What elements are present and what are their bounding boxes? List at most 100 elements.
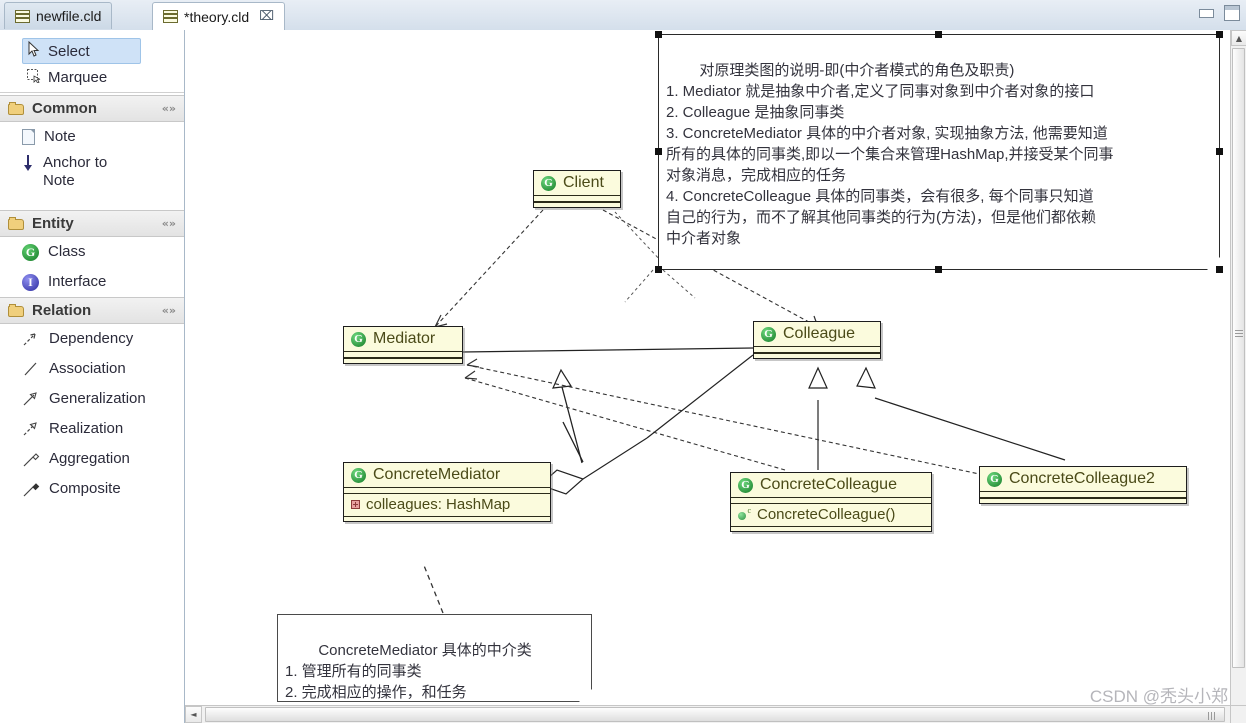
vertical-scrollbar[interactable]: ▲ (1230, 30, 1246, 705)
palette-item-label: Anchor to Note (43, 154, 108, 189)
palette-item-label: Class (48, 243, 86, 261)
selection-handle[interactable] (655, 148, 662, 155)
palette-tool-label: Marquee (48, 68, 108, 86)
class-divider (754, 353, 880, 358)
realization-arrow-icon (22, 420, 40, 438)
composite-diamond-icon (22, 480, 40, 498)
generalization-arrow-icon (22, 390, 40, 408)
palette-item-label: Generalization (49, 390, 146, 408)
palette-item-interface[interactable]: I Interface (0, 267, 184, 297)
class-box-concrete-colleague2[interactable]: G ConcreteColleague2 (979, 466, 1187, 504)
class-icon: G (22, 243, 39, 261)
palette-item-anchor-to-note[interactable]: Anchor to Note (0, 152, 184, 210)
class-box-concrete-mediator[interactable]: G ConcreteMediator colleagues: HashMap (343, 462, 551, 522)
class-diagram-file-icon (15, 9, 30, 23)
class-divider (534, 202, 620, 207)
class-divider (344, 358, 462, 363)
anchor-arrow-icon (22, 154, 34, 172)
palette-item-dependency[interactable]: Dependency (0, 324, 184, 354)
horizontal-scrollbar[interactable]: ◄ (185, 705, 1230, 723)
minimize-icon[interactable] (1199, 8, 1214, 18)
note-top[interactable]: 对原理类图的说明-即(中介者模式的角色及职责) 1. Mediator 就是抽象… (658, 34, 1220, 270)
close-icon[interactable]: ⌧ (259, 9, 274, 24)
folder-icon (8, 217, 25, 230)
vertical-scroll-thumb[interactable] (1232, 48, 1245, 668)
horizontal-scroll-thumb[interactable] (205, 707, 1225, 722)
scroll-up-icon[interactable]: ▲ (1231, 30, 1246, 46)
palette-item-composite[interactable]: Composite (0, 474, 184, 504)
palette-item-association[interactable]: Association (0, 354, 184, 384)
selection-handle[interactable] (655, 266, 662, 273)
palette-item-label: Aggregation (49, 450, 130, 468)
collapse-icon[interactable]: «» (162, 102, 176, 115)
palette-divider (0, 92, 184, 93)
class-member-row: ConcreteColleague() (731, 504, 931, 526)
class-icon: G (761, 326, 776, 342)
palette-item-label: Interface (48, 273, 107, 291)
aggregation-diamond-icon (22, 450, 40, 468)
note-fold-corner-icon (579, 689, 592, 702)
palette-item-aggregation[interactable]: Aggregation (0, 444, 184, 474)
palette-group-label: Relation (32, 302, 92, 319)
class-box-client[interactable]: G Client (533, 170, 621, 208)
class-header: G Client (534, 171, 620, 195)
palette-item-note[interactable]: Note (0, 122, 184, 152)
marquee-icon (26, 68, 41, 87)
class-divider (754, 346, 880, 353)
selection-handle[interactable] (935, 266, 942, 273)
palette-item-realization[interactable]: Realization (0, 414, 184, 444)
palette-group-entity[interactable]: Entity «» (0, 210, 184, 237)
palette-group-label: Entity (32, 215, 74, 232)
palette-item-class[interactable]: G Class (0, 237, 184, 267)
palette-item-label: Note (44, 128, 76, 146)
class-divider (731, 497, 931, 504)
class-box-concrete-colleague[interactable]: G ConcreteColleague ConcreteColleague() (730, 472, 932, 532)
selection-handle[interactable] (1216, 31, 1223, 38)
folder-icon (8, 304, 25, 317)
palette-item-label: Dependency (49, 330, 134, 348)
tab-newfile[interactable]: newfile.cld (4, 2, 113, 29)
class-member-label: ConcreteColleague() (757, 506, 896, 523)
class-name: Client (563, 174, 604, 191)
palette-group-common[interactable]: Common «» (0, 95, 184, 122)
selection-handle[interactable] (935, 31, 942, 38)
class-box-colleague[interactable]: G Colleague (753, 321, 881, 359)
maximize-icon[interactable] (1224, 5, 1240, 21)
class-box-mediator[interactable]: G Mediator (343, 326, 463, 364)
palette-group-relation[interactable]: Relation «» (0, 297, 184, 324)
note-bottom[interactable]: ConcreteMediator 具体的中介类 1. 管理所有的同事类 2. 完… (277, 614, 592, 702)
class-header: G ConcreteMediator (344, 463, 550, 487)
class-divider (534, 195, 620, 202)
selection-handle[interactable] (1216, 266, 1223, 273)
scrollbar-corner (1230, 705, 1246, 723)
class-name: Mediator (373, 330, 436, 347)
class-name: ConcreteColleague (760, 476, 897, 493)
diagram-canvas-area[interactable]: G Client G Mediator G Colleague G Concre… (185, 30, 1246, 723)
class-divider (344, 351, 462, 358)
interface-icon: I (22, 273, 39, 291)
palette-tool-label: Select (48, 42, 90, 60)
palette-group-label: Common (32, 100, 97, 117)
tab-label: newfile.cld (36, 8, 102, 24)
note-text: ConcreteMediator 具体的中介类 1. 管理所有的同事类 2. 完… (285, 642, 532, 701)
palette-tool-marquee[interactable]: Marquee (0, 64, 184, 90)
palette-tool-select[interactable]: Select (22, 38, 141, 64)
selection-handle[interactable] (655, 31, 662, 38)
pointer-icon (27, 40, 41, 61)
class-icon: G (541, 175, 556, 191)
selection-handle[interactable] (1216, 148, 1223, 155)
palette-item-label: Composite (49, 480, 121, 498)
collapse-icon[interactable]: «» (162, 217, 176, 230)
palette-panel: Select Marquee Common «» Note Anchor to … (0, 30, 185, 723)
class-icon: G (351, 331, 366, 347)
collapse-icon[interactable]: «» (162, 304, 176, 317)
palette-item-generalization[interactable]: Generalization (0, 384, 184, 414)
tab-theory[interactable]: *theory.cld ⌧ (152, 2, 286, 31)
scroll-grip-icon (1208, 712, 1216, 720)
scroll-left-icon[interactable]: ◄ (185, 706, 202, 723)
diagram-canvas[interactable]: G Client G Mediator G Colleague G Concre… (185, 30, 1230, 705)
eclipse-uml-editor-window: newfile.cld *theory.cld ⌧ Select Marquee… (0, 0, 1246, 723)
class-header: G ConcreteColleague2 (980, 467, 1186, 491)
class-icon: G (987, 471, 1002, 487)
class-member-row: colleagues: HashMap (344, 494, 550, 516)
